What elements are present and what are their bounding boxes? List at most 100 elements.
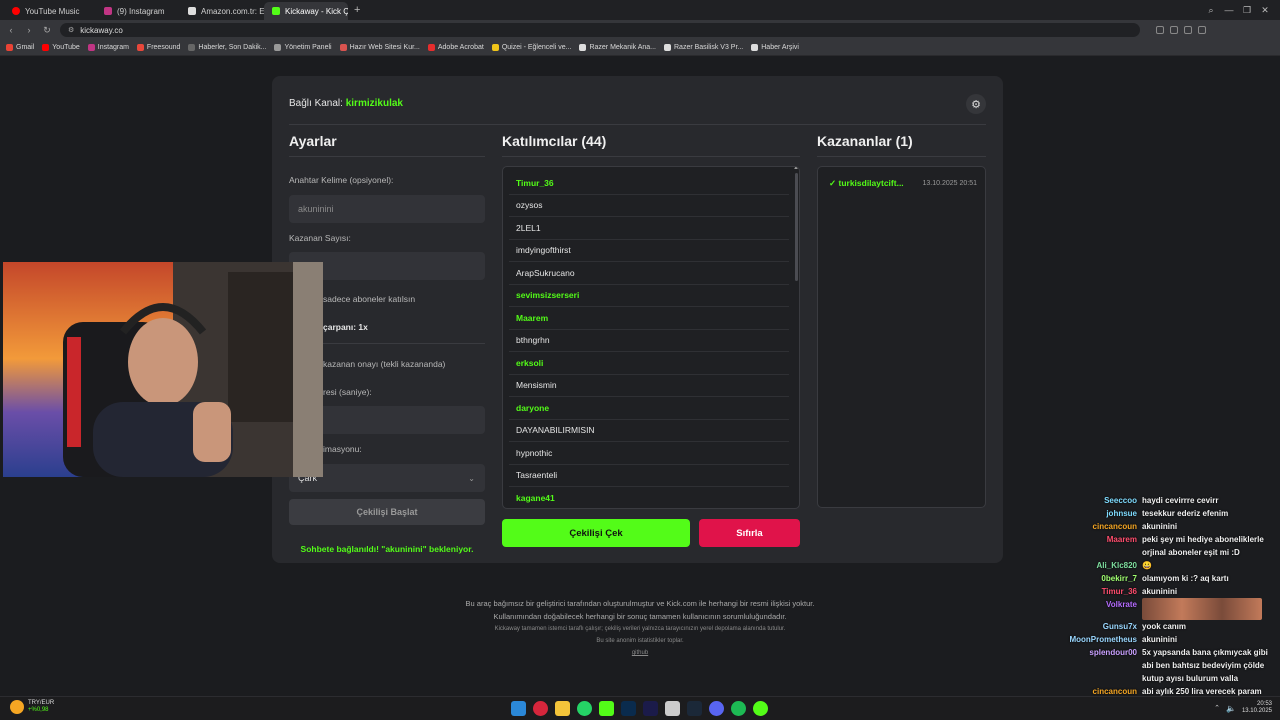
start-giveaway-button[interactable]: Çekilişi Başlat [289,499,485,525]
participant-row[interactable]: erksoli [509,352,789,375]
tab-label: Kickaway - Kick Çekiliş Ara [285,6,348,16]
window-controls: ⌕ — ❐ ✕ [1204,0,1280,20]
reset-button[interactable]: Sıfırla [699,519,800,547]
participants-list[interactable]: Timur_36 ozysos 2LEL1 imdyingofthirst ArapSu… [502,166,800,509]
bookmark-item[interactable]: Razer Basilisk V3 Pr... [664,44,743,51]
tab-instagram[interactable]: (9) Instagram [96,2,180,20]
url-input[interactable]: ⚙ kickaway.co [60,23,1140,37]
bookmark-item[interactable]: Haber Arşivi [751,44,799,51]
bookmark-item[interactable]: Haberler, Son Dakik... [188,44,266,51]
clock-time: 20:53 [1256,701,1272,707]
winners-title: Kazananlar (1) [817,133,913,149]
bookmark-item[interactable]: Freesound [136,44,180,51]
forward-icon[interactable]: › [24,25,34,35]
kick-app-icon[interactable] [753,701,768,716]
participant-row[interactable]: ozysos [509,195,789,217]
bookmark-icon [136,44,144,51]
whatsapp-icon[interactable] [577,701,592,716]
chat-text: peki şey mi hediye aboneliklerle orjinal… [1142,535,1264,557]
clock[interactable]: 20:53 13.10.2025 [1242,701,1272,715]
file-explorer-icon[interactable] [555,701,570,716]
minimize-button[interactable]: — [1222,5,1236,15]
kick-icon[interactable] [599,701,614,716]
draw-winner-button[interactable]: Çekilişi Çek [502,519,690,547]
opera-icon[interactable] [533,701,548,716]
back-icon[interactable]: ‹ [6,25,16,35]
participant-row[interactable]: Timur_36 [509,172,789,195]
bookmark-icon [427,44,435,51]
bookmark-icon [6,44,13,51]
participants-title: Katılımcılar (44) [502,133,607,149]
participant-row[interactable]: bthngrhn [509,330,789,352]
chat-text: 😀 [1142,561,1152,570]
participant-row[interactable]: daryone [509,397,789,420]
scroll-up-icon[interactable]: ▲ [793,167,799,171]
windows-start-icon[interactable] [511,701,526,716]
participant-row[interactable]: imdyingofthirst [509,240,789,262]
steam-icon[interactable] [687,701,702,716]
bookmark-label: Razer Mekanik Ana... [589,44,656,51]
extension-icon[interactable] [1156,26,1164,34]
currency-icon [10,700,24,714]
search-tabs-icon[interactable]: ⌕ [1204,5,1218,16]
extension-icon[interactable] [1198,26,1206,34]
clock-date: 13.10.2025 [1241,708,1272,714]
app-icon[interactable] [665,701,680,716]
audition-icon[interactable] [643,701,658,716]
participant-row[interactable]: ArapSukrucano [509,262,789,285]
new-tab-button[interactable]: + [348,4,366,16]
scrollbar-thumb[interactable] [795,173,798,281]
participant-row[interactable]: sevimsizserseri [509,285,789,307]
volume-icon[interactable]: 🔈 [1226,704,1236,713]
chat-username: Ali_Klc820 [1096,561,1137,570]
participant-row[interactable]: Tasraenteli [509,465,789,487]
currency-widget[interactable]: TRY/EUR +%0,98 [10,700,54,714]
header-divider [289,124,986,125]
discord-icon[interactable] [709,701,724,716]
tab-amazon[interactable]: Amazon.com.tr: Elektronik [180,2,264,20]
bookmark-item[interactable]: Gmail [6,44,34,51]
connection-status: Sohbete bağlanıldı! "akuninini" bekleniy… [300,544,474,554]
participant-row[interactable]: hypnothic [509,442,789,465]
bookmark-label: Razer Basilisk V3 Pr... [674,44,744,51]
participants-title-underline [502,156,800,157]
tab-kickaway[interactable]: Kickaway - Kick Çekiliş Ara [264,2,348,20]
chat-message: Maarem peki şey mi hediye aboneliklerle o… [1050,533,1276,559]
tab-label: (9) Instagram [117,6,165,16]
bookmark-item[interactable]: Yönetim Paneli [274,44,332,51]
reload-icon[interactable]: ↻ [42,25,52,36]
winner-row[interactable]: ✓ turkisdilaytcift... 13.10.2025 20:51 [829,178,977,189]
tab-label: YouTube Music [25,6,80,16]
bookmark-item[interactable]: Hazır Web Sitesi Kur... [339,44,420,51]
chat-message: Ali_Klc820 😀 [1050,559,1276,572]
settings-gear-button[interactable]: ⚙ [966,94,986,114]
bookmark-item[interactable]: Instagram [87,44,129,51]
participant-row[interactable]: Maarem [509,307,789,330]
maximize-button[interactable]: ❐ [1240,5,1254,16]
chat-text: akuninini [1142,635,1178,644]
participant-row[interactable]: Mensismin [509,375,789,397]
photoshop-icon[interactable] [621,701,636,716]
keyword-input[interactable]: akuninini [289,195,485,223]
bookmark-item[interactable]: Quizei - Eğlenceli ve... [491,44,571,51]
participant-row[interactable]: 2LEL1 [509,217,789,240]
channel-name: kirmizikulak [345,98,403,109]
bookmark-icon [339,44,347,51]
chevron-down-icon: ⌄ [468,473,475,483]
close-button[interactable]: ✕ [1258,5,1272,16]
extension-icon[interactable] [1170,26,1178,34]
chevron-up-icon[interactable]: ⌃ [1214,704,1220,712]
tab-youtube-music[interactable]: YouTube Music [4,2,96,20]
bookmark-item[interactable]: YouTube [42,44,80,51]
bookmark-item[interactable]: Razer Mekanik Ana... [579,44,656,51]
participant-row[interactable]: kagane41 [509,487,789,508]
bookmark-item[interactable]: Adobe Acrobat [427,44,484,51]
participant-row[interactable]: DAYANABILIRMISIN [509,420,789,442]
currency-pair: TRY/EUR [28,700,55,706]
chat-message: johnsue tesekkur ederiz efenim [1050,507,1276,520]
chat-message: splendour00 5x yapsanda bana çıkmıycak gi… [1050,646,1276,685]
extension-icon[interactable] [1184,26,1192,34]
site-info-icon[interactable]: ⚙ [68,26,74,34]
spotify-icon[interactable] [731,701,746,716]
bookmark-icon [87,44,95,51]
